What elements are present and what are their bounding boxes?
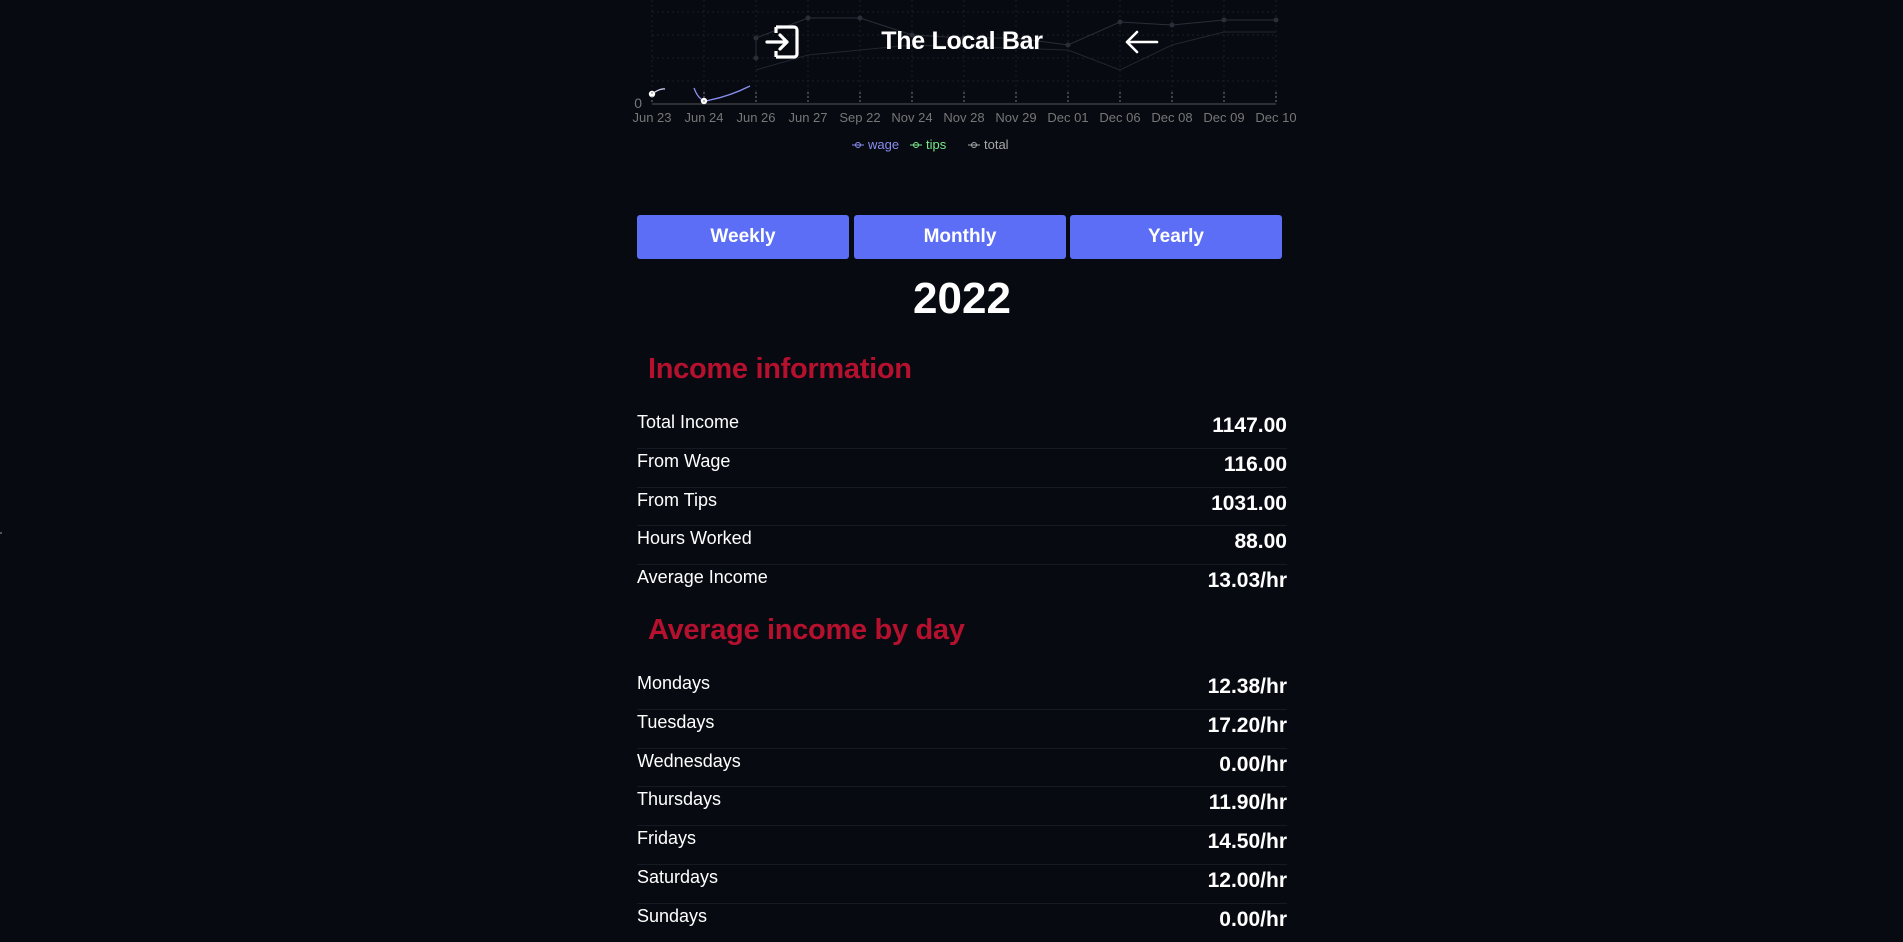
stat-label: Average Income [637, 567, 768, 588]
series-point [753, 35, 759, 41]
daily-stats-list: Mondays 12.38/hr Tuesdays 17.20/hr Wedne… [637, 671, 1287, 942]
y-tick-label: 0 [634, 95, 642, 111]
year-label: 2022 [913, 274, 1011, 323]
x-tick-label: Dec 01 [1047, 110, 1088, 125]
income-stats-list: Total Income 1147.00 From Wage 116.00 Fr… [637, 410, 1287, 603]
income-section-heading: Income information [648, 353, 912, 385]
day-row-tuesday: Tuesdays 17.20/hr [637, 710, 1287, 749]
stat-label: From Wage [637, 450, 731, 471]
day-row-wednesday: Wednesdays 0.00/hr [637, 749, 1287, 788]
arrow-left-icon [1125, 30, 1159, 54]
x-tick-label: Nov 29 [995, 110, 1036, 125]
x-tick-label: Sep 22 [839, 110, 880, 125]
chart-x-ticks: Jun 23 Jun 24 Jun 26 Jun 27 Sep 22 Nov 24 Nov … [632, 92, 1297, 125]
stat-value: 116.00 [1223, 452, 1287, 476]
stat-label: Mondays [637, 673, 711, 693]
stat-label: Saturdays [637, 866, 719, 887]
income-row-tips: From Tips 1031.00 [637, 488, 1287, 527]
series-point [1065, 42, 1071, 48]
x-tick-label: Dec 06 [1099, 110, 1140, 125]
stat-label: Fridays [637, 828, 697, 849]
stat-label: Wednesdays [637, 750, 741, 771]
stat-value: 1031.00 [1211, 491, 1287, 515]
x-tick-label: Jun 24 [684, 110, 723, 125]
stat-value: 12.38/hr [1207, 675, 1287, 698]
stat-value: 12.00/hr [1207, 868, 1287, 892]
stat-value: 0.00/hr [1219, 752, 1287, 776]
left-edge-marker [0, 532, 2, 534]
stat-value: 14.50/hr [1207, 830, 1287, 854]
income-row-hours: Hours Worked 88.00 [637, 526, 1287, 566]
logout-button[interactable] [762, 24, 804, 60]
stat-value: 0.00/hr [1219, 907, 1287, 931]
x-tick-label: Jun 26 [736, 110, 775, 125]
stat-value: 88.00 [1234, 530, 1287, 554]
stat-label: Total Income [637, 412, 740, 432]
chart-legend: wage tips total [852, 137, 1009, 152]
series-point [753, 55, 759, 61]
day-row-friday: Fridays 14.50/hr [637, 826, 1287, 865]
series-point [1221, 17, 1227, 23]
x-tick-label: Dec 08 [1151, 110, 1192, 125]
x-tick-label: Dec 10 [1255, 110, 1296, 125]
day-row-thursday: Thursdays 11.90/hr [637, 787, 1287, 827]
stat-value: 13.03/hr [1207, 569, 1287, 593]
page-title: The Local Bar [881, 27, 1043, 55]
monthly-button[interactable]: Monthly [854, 215, 1066, 259]
stat-label: Sundays [637, 905, 708, 926]
stat-value: 1147.00 [1212, 414, 1287, 437]
stat-label: Hours Worked [637, 528, 752, 549]
x-tick-label: Jun 27 [788, 110, 827, 125]
income-row-wage: From Wage 116.00 [637, 449, 1287, 488]
legend-label: tips [926, 137, 947, 152]
income-row-average: Average Income 13.03/hr [637, 565, 1287, 603]
x-tick-label: Nov 28 [943, 110, 984, 125]
series-point [857, 15, 863, 21]
legend-label: total [984, 137, 1009, 152]
x-tick-label: Dec 09 [1203, 110, 1244, 125]
income-line-chart: Jun 23 Jun 24 Jun 26 Jun 27 Sep 22 Nov 24 Nov … [632, 0, 1297, 152]
day-row-saturday: Saturdays 12.00/hr [637, 865, 1287, 904]
income-row-total: Total Income 1147.00 [637, 410, 1287, 449]
stat-label: Thursdays [637, 789, 722, 810]
stat-label: Tuesdays [637, 711, 715, 732]
day-row-monday: Mondays 12.38/hr [637, 671, 1287, 710]
series-point [805, 15, 811, 21]
stat-value: 17.20/hr [1207, 713, 1287, 737]
legend-label: wage [867, 137, 899, 152]
back-button[interactable] [1119, 24, 1165, 60]
series-point [1273, 17, 1279, 23]
daily-section-heading: Average income by day [648, 614, 965, 646]
weekly-button[interactable]: Weekly [637, 215, 849, 259]
x-tick-label: Nov 24 [891, 110, 932, 125]
yearly-button[interactable]: Yearly [1070, 215, 1282, 259]
stat-value: 11.90/hr [1208, 791, 1287, 815]
day-row-sunday: Sundays 0.00/hr [637, 904, 1287, 942]
x-tick-label: Jun 23 [632, 110, 671, 125]
stat-label: From Tips [637, 489, 718, 510]
series-point [1169, 22, 1175, 28]
logout-icon [765, 25, 799, 59]
